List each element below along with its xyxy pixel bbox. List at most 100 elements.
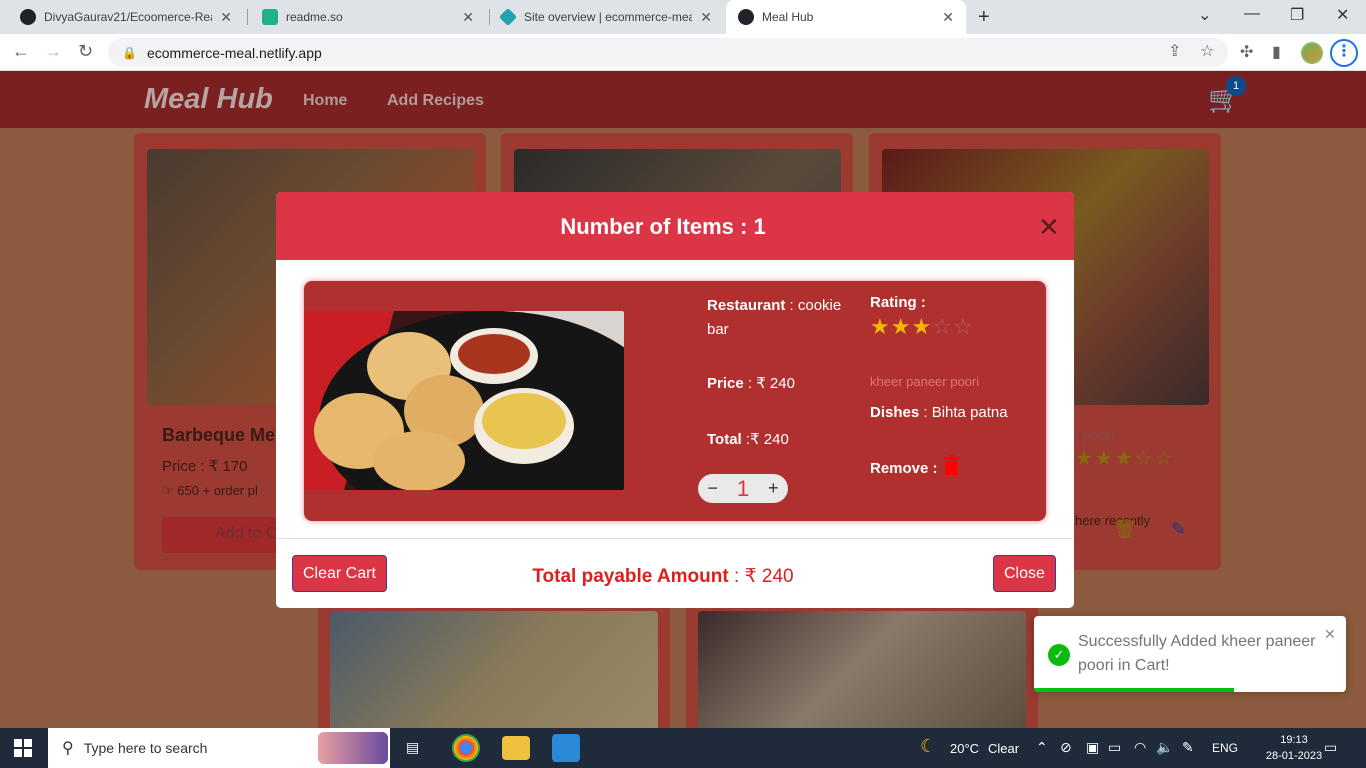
edit-icon[interactable]: ✎	[1171, 519, 1186, 540]
cart-count-badge: 1	[1226, 76, 1246, 96]
close-tab-icon[interactable]: ✕	[942, 9, 954, 26]
food-image	[698, 611, 1026, 728]
search-placeholder: Type here to search	[83, 740, 208, 756]
tab-meal-hub[interactable]: Meal Hub ✕	[726, 0, 966, 34]
clock-date: 28-01-2023	[1265, 750, 1323, 762]
close-tab-icon[interactable]: ✕	[220, 9, 232, 26]
star-empty-icon: ☆	[932, 314, 953, 339]
language-indicator[interactable]: ENG	[1212, 741, 1238, 755]
total-text: Total :₹ 240	[707, 431, 789, 448]
clock[interactable]: 19:13 28-01-2023	[1264, 732, 1324, 764]
github-icon	[20, 9, 36, 25]
chrome-icon[interactable]	[452, 734, 480, 762]
check-icon: ✓	[1048, 644, 1070, 666]
success-toast[interactable]: ✓ Successfully Added kheer paneer poori …	[1034, 616, 1346, 692]
readme-icon	[262, 9, 278, 25]
toast-progress-bar	[1034, 688, 1234, 692]
windows-start-icon[interactable]	[14, 739, 32, 757]
battery-icon[interactable]: ▭	[1108, 739, 1121, 756]
weather-text: Clear	[988, 741, 1020, 756]
modal-footer: Clear Cart Total payable Amount : ₹ 240 …	[276, 538, 1074, 608]
remove-label: Remove :	[870, 460, 938, 477]
notification-icon[interactable]: ▭	[1324, 739, 1337, 756]
meet-icon[interactable]: ▣	[1086, 739, 1099, 756]
tab-readme[interactable]: readme.so ✕	[250, 0, 486, 34]
food-image	[330, 611, 658, 728]
browser-menu-icon[interactable]: ⋮	[1330, 39, 1358, 67]
close-tab-icon[interactable]: ✕	[700, 9, 712, 26]
close-tab-icon[interactable]: ✕	[462, 9, 474, 26]
extensions-icon[interactable]: ✣	[1240, 42, 1253, 62]
pointing-hand-icon: ☞	[162, 483, 174, 498]
tab-title: Meal Hub	[762, 10, 814, 24]
increment-button[interactable]: +	[768, 478, 779, 499]
forward-icon[interactable]: →	[44, 41, 62, 62]
minimize-icon[interactable]: —	[1244, 5, 1260, 23]
star-filled-icon: ★	[870, 314, 891, 339]
star-filled-icon: ★	[911, 314, 933, 339]
share-icon[interactable]: ⇪	[1168, 41, 1181, 61]
wifi-icon[interactable]: ◠	[1134, 739, 1146, 756]
star-empty-icon: ☆	[952, 314, 974, 339]
close-icon[interactable]: ✕	[1324, 626, 1336, 643]
dish-name: kheer paneer poori	[870, 374, 980, 389]
tab-github[interactable]: DivyaGaurav21/Ecoomerce-React ✕	[8, 0, 244, 34]
delete-icon[interactable]: 🗑	[1113, 519, 1136, 540]
cart-modal: Number of Items : 1 ✕ Restaurant: cooki…	[276, 192, 1074, 608]
kheer-paneer-poori-image	[304, 311, 624, 490]
nav-add-recipes[interactable]: Add Recipes	[387, 92, 484, 110]
tab-search-icon[interactable]: ⌄	[1198, 5, 1211, 25]
food-card	[686, 601, 1038, 728]
new-tab-icon[interactable]: +	[978, 6, 990, 29]
search-icon: ⚲	[62, 740, 74, 757]
food-card	[318, 601, 670, 728]
weather-temp: 20°C	[950, 741, 980, 756]
food-dish-name: er poori	[1067, 427, 1115, 443]
quantity-stepper: − 1 +	[698, 474, 788, 503]
chevron-up-icon[interactable]: ⌃	[1036, 739, 1048, 756]
nav-home[interactable]: Home	[303, 92, 347, 110]
pen-icon[interactable]: ✎	[1182, 739, 1194, 756]
brand-logo[interactable]: Meal Hub	[144, 83, 273, 116]
app-navbar: Meal Hub Home Add Recipes 🛒 1	[0, 71, 1366, 128]
tab-title: DivyaGaurav21/Ecoomerce-React	[44, 10, 213, 24]
star-filled-icon: ★	[890, 314, 912, 339]
netlify-icon	[498, 7, 518, 27]
restaurant-text: Restaurant : cookie bar	[707, 297, 842, 338]
react-icon	[738, 9, 754, 25]
tab-title: readme.so	[286, 10, 343, 24]
volume-icon[interactable]: 🔈	[1156, 739, 1173, 756]
lock-icon: 🔒	[122, 45, 137, 60]
close-window-icon[interactable]: ✕	[1336, 5, 1349, 25]
dishes-text: Dishes : Bihta patna	[870, 404, 1008, 421]
vscode-icon[interactable]	[552, 734, 580, 762]
reload-icon[interactable]: ↻	[78, 41, 93, 62]
file-explorer-icon[interactable]	[502, 736, 530, 760]
total-payable: Total payable Amount : ₹ 240	[532, 566, 794, 587]
modal-header: Number of Items : 1 ✕	[276, 192, 1074, 260]
browser-tab-bar: DivyaGaurav21/Ecoomerce-React ✕ readme.s…	[0, 0, 1366, 34]
side-panel-icon[interactable]: ▮	[1272, 42, 1281, 62]
toast-message: Successfully Added kheer paneer poori in…	[1078, 633, 1316, 674]
profile-avatar[interactable]	[1301, 42, 1323, 64]
close-button[interactable]: Close	[993, 555, 1056, 592]
food-price: Price : ₹ 170	[162, 458, 248, 475]
bookmark-star-icon[interactable]: ☆	[1200, 41, 1214, 61]
network-icon[interactable]: ⊘	[1060, 739, 1072, 756]
task-view-icon[interactable]: ▤	[406, 739, 419, 756]
weather-moon-icon: ☾	[920, 736, 937, 756]
modal-title: Number of Items : 1	[560, 214, 766, 239]
item-image	[304, 311, 624, 490]
decrement-button[interactable]: −	[707, 478, 718, 499]
back-icon[interactable]: ←	[12, 41, 30, 62]
tab-netlify[interactable]: Site overview | ecommerce-meal ✕	[488, 0, 724, 34]
rating-label: Rating :	[870, 294, 926, 311]
tab-separator	[247, 9, 248, 25]
restore-icon[interactable]: ❐	[1290, 5, 1304, 25]
cart-item: Restaurant : cookie bar Rating : ★★★☆☆ P…	[304, 281, 1046, 521]
tab-title: Site overview | ecommerce-meal	[524, 10, 693, 24]
url-input[interactable]: 🔒 ecommerce-meal.netlify.app	[108, 38, 1228, 67]
food-title: Barbeque Me	[162, 425, 276, 445]
close-icon[interactable]: ✕	[1038, 212, 1060, 243]
trash-icon[interactable]	[944, 455, 959, 475]
